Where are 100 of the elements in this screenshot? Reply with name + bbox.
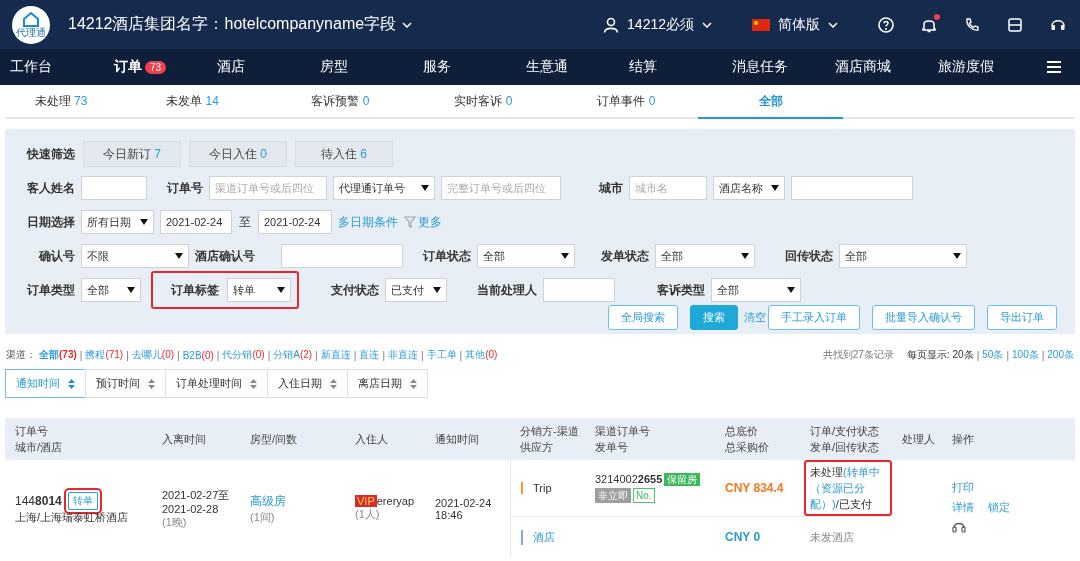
tab[interactable]: 全部	[698, 85, 843, 119]
guest-name: ereryap	[376, 495, 415, 507]
channel-link[interactable]: B2B(0)	[182, 349, 214, 361]
filter-label: 快速筛选	[25, 145, 75, 163]
checkout-date: 2021-02-28	[162, 502, 220, 515]
input-field[interactable]: 2021-02-24	[258, 210, 332, 234]
card-icon	[1007, 16, 1023, 33]
nav-item[interactable]: 消息任务	[732, 58, 835, 76]
sort-button[interactable]: 预订时间	[85, 369, 166, 398]
input-field[interactable]: 渠道订单号或后四位	[209, 176, 327, 200]
channel-link[interactable]: 去哪儿(0)	[131, 348, 175, 362]
input-field[interactable]: 完整订单号或后四位	[441, 176, 561, 200]
tab[interactable]: 订单事件 0	[555, 85, 698, 117]
separator: |	[267, 349, 271, 361]
send-status: 未发酒店	[810, 529, 855, 545]
separator: |	[421, 349, 424, 361]
dropdown[interactable]: 全部	[655, 244, 755, 268]
tab[interactable]: 实时客诉 0	[412, 85, 555, 117]
sort-button[interactable]: 订单处理时间	[165, 369, 268, 398]
input-field[interactable]	[281, 244, 403, 268]
channel-link[interactable]: 分销A(2)	[273, 348, 313, 362]
sort-button[interactable]: 离店日期	[347, 369, 428, 398]
column-header: 渠道订单号	[595, 424, 651, 439]
dropdown[interactable]: 不限	[81, 244, 189, 268]
vip-badge: VIP	[355, 495, 377, 507]
notify-date: 2021-02-24	[435, 496, 493, 509]
nav-item[interactable]: 服务	[423, 58, 526, 76]
phone-icon	[964, 16, 980, 33]
separator: |	[177, 349, 180, 361]
channel-link[interactable]: 携程(71)	[85, 348, 124, 362]
tab[interactable]: 客诉预警 0	[269, 85, 412, 117]
dropdown-arrow-icon	[140, 219, 148, 225]
channel-order-number: 32140022655 保留房	[595, 473, 715, 486]
logo-text: 代理通	[16, 27, 46, 38]
dropdown-arrow-icon	[787, 287, 795, 293]
filter-label: 当前处理人	[476, 281, 537, 299]
caret-icon	[402, 21, 413, 28]
dropdown[interactable]: 转单	[227, 278, 291, 302]
flag-icon	[752, 18, 770, 31]
nav-item[interactable]: 工作台	[10, 58, 114, 76]
quick-filter-button[interactable]: 待入住 6	[295, 141, 393, 167]
dropdown-arrow-icon	[953, 253, 961, 259]
quick-filter-button[interactable]: 今日新订 7	[83, 141, 181, 167]
input-field[interactable]: 2021-02-24	[160, 210, 232, 234]
purchase-price: CNY 0	[725, 530, 762, 544]
dropdown[interactable]: 全部	[711, 278, 801, 302]
page-size-link[interactable]: 20条	[952, 348, 974, 362]
nav-item[interactable]: 生意通	[526, 58, 629, 76]
dropdown[interactable]: 已支付	[385, 278, 447, 302]
caret-icon	[702, 21, 712, 28]
nav-item[interactable]: 旅游度假	[938, 58, 1041, 76]
page-size-label: 每页显示:	[906, 348, 950, 362]
channel-link[interactable]: 全部(73)	[39, 348, 77, 362]
input-field[interactable]	[81, 176, 147, 200]
filter-label: 订单类型	[25, 281, 75, 299]
dropdown[interactable]: 酒店名称	[713, 176, 785, 200]
column-header: 城市/酒店	[15, 440, 64, 455]
nav-item[interactable]: 酒店商城	[835, 58, 938, 76]
channel-link[interactable]: 其他(0)	[465, 348, 498, 362]
language-menu[interactable]: 简体版	[752, 15, 838, 34]
nav-item[interactable]: 房型	[320, 58, 423, 76]
input-field[interactable]: 城市名	[629, 176, 707, 200]
column-header: 订单号	[15, 424, 49, 439]
tab[interactable]: 未处理 73	[6, 85, 116, 117]
notify-time: 18:46	[435, 508, 464, 521]
dropdown[interactable]: 全部	[477, 244, 575, 268]
range-separator: 至	[238, 213, 252, 231]
filter-icon	[404, 216, 416, 228]
channel-label: 渠道：	[6, 348, 36, 362]
column-header: 入住人	[355, 432, 389, 447]
dropdown[interactable]: 全部	[81, 278, 141, 302]
dropdown[interactable]: 代理通订单号	[333, 176, 435, 200]
filter-label: 酒店确认号	[195, 247, 256, 265]
input-field[interactable]	[791, 176, 913, 200]
sort-button[interactable]: 入住日期	[267, 369, 348, 398]
checkin-date: 2021-02-27至	[162, 487, 231, 503]
filter-label: 客人姓名	[26, 179, 75, 197]
tag: No.	[633, 488, 655, 503]
record-count: 共找到27条记录	[822, 348, 894, 362]
nav-item[interactable]: 酒店	[217, 58, 320, 76]
input-field[interactable]	[543, 278, 615, 302]
sort-icon	[148, 378, 155, 389]
nav-item[interactable]: 结算	[629, 58, 732, 76]
nav-item[interactable]: 订单 73	[114, 58, 217, 76]
separator: |	[216, 349, 220, 361]
separator: |	[1041, 349, 1045, 361]
tab[interactable]: 未发单 14	[116, 85, 269, 117]
quick-filter-button[interactable]: 今日入住 0	[189, 141, 287, 167]
company-selector[interactable]: 14212酒店集团名字：hotelcompanyname字段	[68, 14, 413, 35]
room-count: (1间)	[250, 509, 276, 525]
dropdown[interactable]: 全部	[839, 244, 967, 268]
count-badge: 73	[145, 60, 167, 74]
column-header: 发单/回传状态	[810, 440, 881, 455]
channel-link[interactable]: 代分销(0)	[222, 348, 265, 362]
separator: |	[126, 349, 129, 361]
column-header: 订单/支付状态	[810, 424, 881, 439]
dropdown[interactable]: 所有日期	[81, 210, 154, 234]
user-menu[interactable]: 14212必须	[603, 15, 712, 34]
column-header: 发单号	[595, 440, 629, 455]
tag: 保留房	[664, 473, 701, 486]
